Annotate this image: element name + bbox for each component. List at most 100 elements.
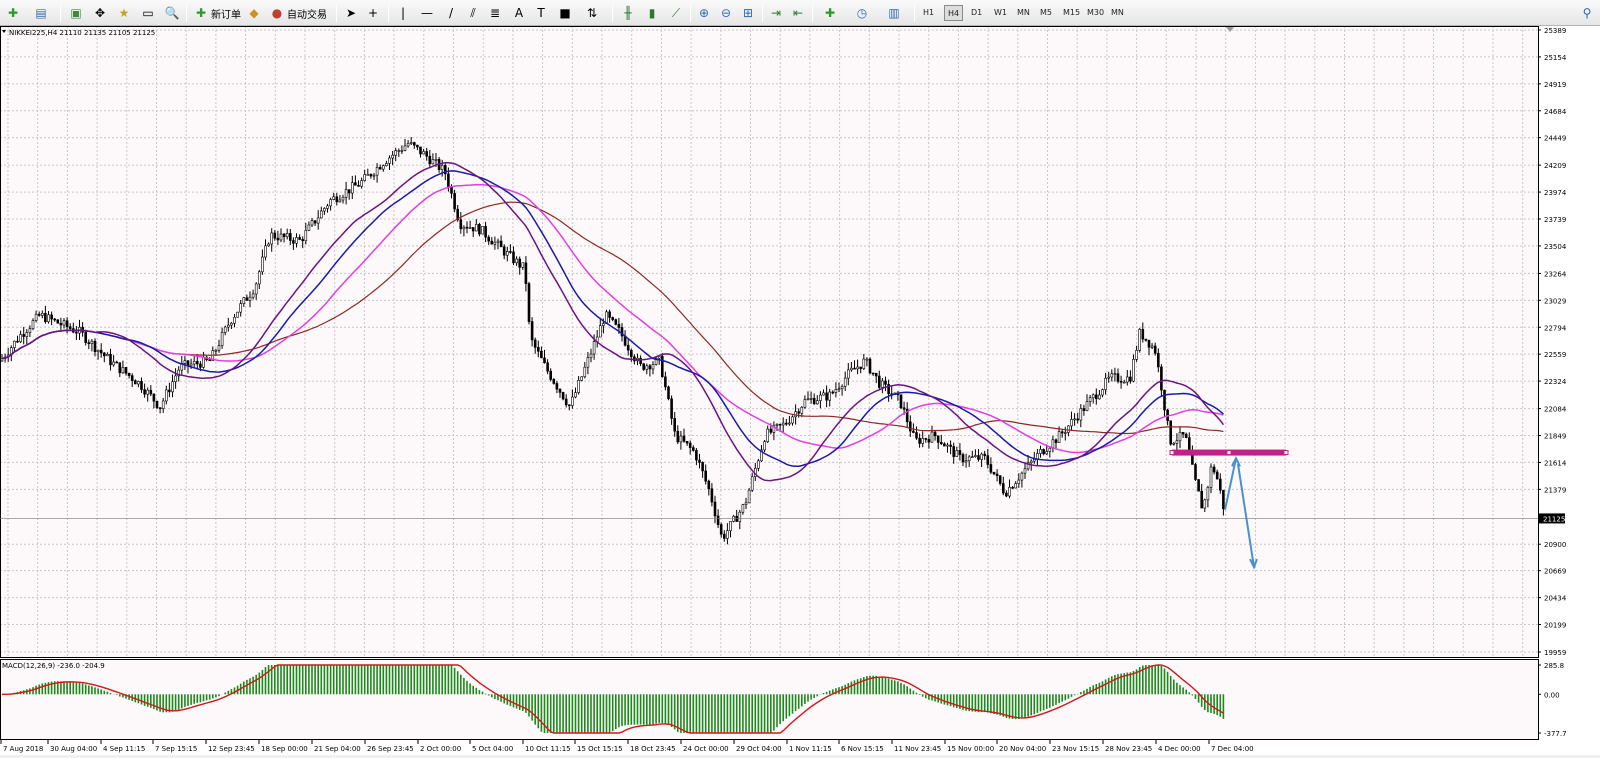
price-label: 20199 <box>1544 622 1566 630</box>
time-label: 7 Dec 04:00 <box>1211 745 1254 753</box>
horizontal-line-tool[interactable]: — <box>418 3 436 23</box>
price-label: 23974 <box>1544 189 1567 197</box>
chart-shift-icon: ⇤ <box>792 6 804 20</box>
timeframe-d1[interactable]: D1 <box>968 5 985 21</box>
current-price-label: 21125 <box>1543 515 1565 523</box>
arrows-icon: ⇅ <box>586 6 598 20</box>
candle <box>1197 479 1200 492</box>
market-watch-button[interactable]: ▣ <box>66 3 86 23</box>
timeframe-h1[interactable]: H1 <box>920 5 937 21</box>
new-chart-button[interactable]: ✚ <box>2 3 24 23</box>
new-order-icon: ✚ <box>195 6 207 20</box>
cursor-tool[interactable]: ➤ <box>342 3 360 23</box>
candle <box>660 352 664 378</box>
time-label: 11 Nov 23:45 <box>894 745 941 753</box>
tester-icon: 🔍 <box>164 6 180 20</box>
rectangle-handle <box>1226 450 1232 456</box>
channel-icon: ⫽ <box>470 6 476 20</box>
trendline-tool[interactable]: / <box>442 3 460 23</box>
candle <box>614 318 618 326</box>
rectangle-handle <box>1169 450 1175 456</box>
time-label: 24 Oct 00:00 <box>683 745 729 753</box>
auto-trading-label: 自动交易 <box>287 9 327 21</box>
arrows-tool[interactable]: ⇅ <box>580 3 604 23</box>
horizontal-line-icon: — <box>421 6 433 20</box>
time-label: 7 Sep 15:15 <box>155 745 197 753</box>
terminal-icon: ▭ <box>142 6 154 20</box>
vertical-line-tool[interactable]: | <box>394 3 412 23</box>
chart-window[interactable]: 25389 25154 24919 24684 24449 24209 23974 23739… <box>0 26 1600 755</box>
auto-trading-button[interactable]: ● 自动交易 <box>266 3 330 23</box>
periods-button[interactable]: ◷ <box>848 3 876 23</box>
price-label: 22324 <box>1544 378 1567 386</box>
terminal-button[interactable]: ▭ <box>138 3 158 23</box>
time-label: 20 Nov 04:00 <box>999 745 1046 753</box>
fibonacci-tool[interactable]: ≣ <box>486 3 504 23</box>
price-chart[interactable]: 25389 25154 24919 24684 24449 24209 23974 23739… <box>0 26 1600 755</box>
price-label: 25389 <box>1544 27 1566 35</box>
rectangle-icon: ■ <box>559 6 571 20</box>
tile-windows-button[interactable]: ⊞ <box>738 3 758 23</box>
candle <box>899 394 903 410</box>
timeframe-m30[interactable]: M30 <box>1084 5 1107 21</box>
bar-chart-button[interactable]: ╫ <box>618 3 638 23</box>
crosshair-tool[interactable]: + <box>364 3 382 23</box>
auto-trading-icon: ● <box>271 6 283 20</box>
line-chart-button[interactable]: ⟋ <box>666 3 686 23</box>
price-label: 20669 <box>1544 568 1566 576</box>
autoscroll-button[interactable]: ⇥ <box>766 3 786 23</box>
crosshair-icon: ✥ <box>94 6 106 20</box>
time-label: 23 Nov 15:15 <box>1052 745 1099 753</box>
text-tool[interactable]: A <box>510 3 528 23</box>
chart-header: NIKKEI225,H4 21110 21135 21105 21125 <box>9 29 155 37</box>
vertical-line-icon: | <box>400 6 406 20</box>
zoom-out-button[interactable]: ⊖ <box>716 3 736 23</box>
chart-shift-button[interactable]: ⇤ <box>788 3 808 23</box>
timeframe-mn[interactable]: MN <box>1014 5 1033 21</box>
time-label: 29 Oct 04:00 <box>736 745 782 753</box>
shapes-tool[interactable]: ■ <box>556 3 574 23</box>
rectangle-handle <box>1283 450 1289 456</box>
price-label: 23504 <box>1544 243 1567 251</box>
price-label: 24684 <box>1544 108 1567 116</box>
timeframe-w1[interactable]: W1 <box>991 5 1010 21</box>
search-button[interactable]: ⚲ <box>1578 3 1596 23</box>
time-label: 15 Nov 00:00 <box>947 745 994 753</box>
price-label: 24209 <box>1544 162 1566 170</box>
candlestick-button[interactable]: ▮ <box>642 3 662 23</box>
time-label: 4 Sep 11:15 <box>103 745 145 753</box>
time-label: 10 Oct 11:15 <box>525 745 571 753</box>
price-label: 22559 <box>1544 351 1566 359</box>
templates-button[interactable]: ▥ <box>880 3 908 23</box>
price-label: 19959 <box>1544 649 1566 657</box>
editor-button[interactable]: ◆ <box>246 3 262 23</box>
price-label: 21379 <box>1544 486 1566 494</box>
macd-label: -377.7 <box>1544 730 1567 738</box>
navigator-button[interactable]: ★ <box>114 3 134 23</box>
candle <box>527 281 531 325</box>
timeframe-m5[interactable]: M5 <box>1037 5 1055 21</box>
timeframe-mn[interactable]: MN <box>1108 5 1127 21</box>
text-label-tool[interactable]: T <box>532 3 550 23</box>
indicators-button[interactable]: ✚ <box>816 3 844 23</box>
time-label: 21 Sep 04:00 <box>314 745 361 753</box>
timeframe-m15[interactable]: M15 <box>1060 5 1083 21</box>
time-label: 6 Nov 15:15 <box>841 745 884 753</box>
fibonacci-icon: ≣ <box>489 6 501 20</box>
time-label: 18 Sep 00:00 <box>261 745 308 753</box>
time-label: 1 Nov 11:15 <box>789 745 832 753</box>
channel-tool[interactable]: ⫽ <box>464 3 482 23</box>
price-label: 23739 <box>1544 216 1566 224</box>
tester-button[interactable]: 🔍 <box>162 3 182 23</box>
candle <box>580 376 584 382</box>
zoom-in-button[interactable]: ⊕ <box>694 3 714 23</box>
data-window-button[interactable]: ✥ <box>90 3 110 23</box>
market-watch-icon: ▣ <box>70 6 82 20</box>
new-order-button[interactable]: ✚ 新订单 <box>192 3 242 23</box>
time-label: 26 Sep 23:45 <box>367 745 414 753</box>
profiles-button[interactable]: ▤ <box>30 3 52 23</box>
timeframe-h4[interactable]: H4 <box>944 5 964 21</box>
time-label: 30 Aug 04:00 <box>50 745 97 753</box>
time-label: 12 Sep 23:45 <box>208 745 255 753</box>
clock-icon: ◷ <box>856 6 868 20</box>
